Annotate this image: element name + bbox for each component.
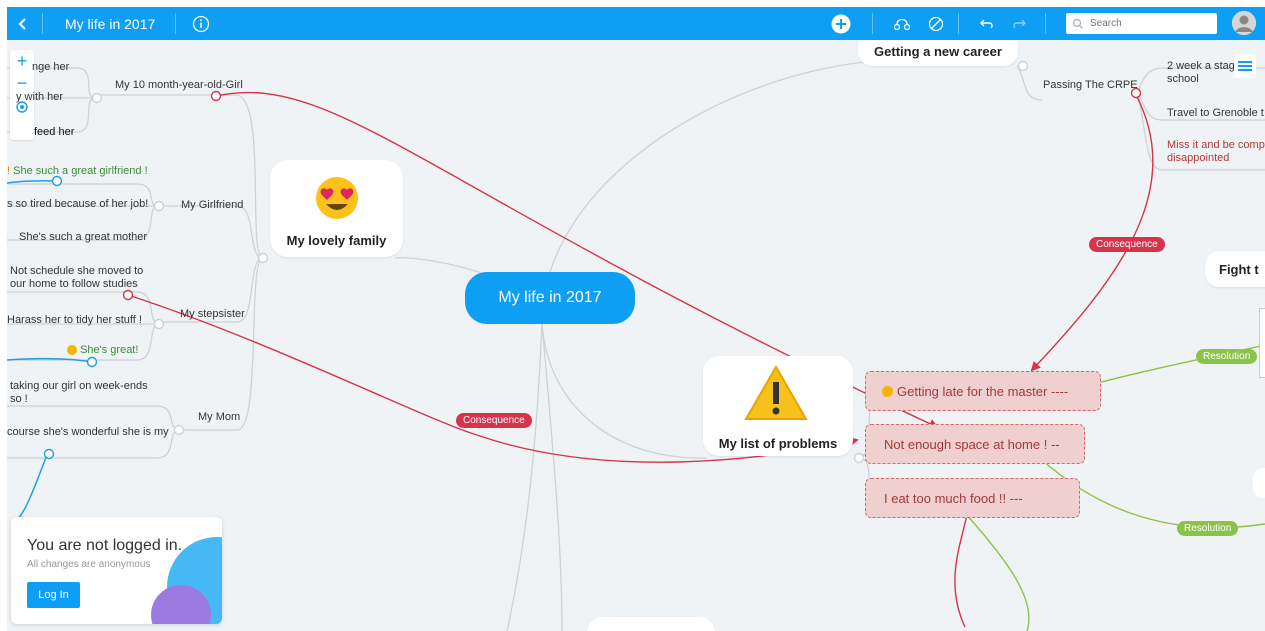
add-topic-button[interactable]	[829, 7, 853, 40]
plus-circle-icon	[831, 14, 851, 33]
problem-item-1[interactable]: Getting late for the master ----	[865, 371, 1101, 411]
undo-icon	[980, 19, 993, 28]
login-title: You are not logged in.	[27, 537, 183, 554]
zoom-in-button[interactable]: +	[10, 50, 34, 72]
child-category[interactable]: My 10 month-year-old-Girl	[115, 79, 243, 91]
emoji-icon: !	[7, 165, 11, 177]
login-subtitle: All changes are anonymous	[27, 559, 151, 570]
smiley-icon	[882, 385, 893, 397]
top-toolbar: My life in 2017	[7, 7, 1265, 40]
fight-topic-title: Fight t	[1219, 262, 1259, 277]
info-button[interactable]	[190, 7, 212, 40]
stepsister-category[interactable]: My stepsister	[180, 308, 245, 320]
problems-topic-title: My list of problems	[718, 436, 838, 451]
resolution-label-1[interactable]: Resolution	[1196, 349, 1258, 364]
fight-topic[interactable]: Fight t	[1205, 251, 1265, 287]
connect-button[interactable]	[890, 7, 914, 40]
stepsister-item-3[interactable]: She's great!	[67, 344, 138, 356]
stepsister-item-1[interactable]: Not schedule she moved to our home to fo…	[10, 265, 145, 291]
girlfriend-item-2[interactable]: s so tired because of her job!	[7, 198, 148, 210]
child-item-1[interactable]: nge her	[32, 61, 69, 73]
child-item-3[interactable]: feed her	[34, 126, 74, 138]
resolution-label-2[interactable]: Resolution	[1177, 521, 1239, 536]
back-button[interactable]	[11, 7, 35, 40]
avatar-button[interactable]	[1232, 11, 1256, 35]
family-topic[interactable]: My lovely family	[270, 160, 403, 257]
career-topic[interactable]: Getting a new career	[858, 40, 1018, 66]
search-icon	[1072, 18, 1083, 29]
info-icon	[192, 15, 210, 32]
cancel-icon	[928, 16, 944, 31]
login-button[interactable]: Log In	[27, 582, 80, 608]
child-item-2[interactable]: y with her	[16, 91, 63, 103]
consequence-label-1[interactable]: Consequence	[1089, 237, 1165, 252]
mind-map-canvas[interactable]: + − nge her y with her feed her My 10 mo…	[7, 40, 1265, 631]
smiley-icon	[67, 345, 77, 356]
mom-category[interactable]: My Mom	[198, 411, 240, 423]
undo-button[interactable]	[976, 7, 998, 40]
girlfriend-item-3[interactable]: She's such a great mother	[19, 231, 147, 243]
problems-topic[interactable]: My list of problems	[703, 356, 853, 456]
problem-item-2[interactable]: Not enough space at home ! --	[865, 424, 1085, 464]
redo-button[interactable]	[1008, 7, 1030, 40]
stepsister-item-2[interactable]: Harass her to tidy her stuff !	[7, 314, 142, 326]
map-title[interactable]: My life in 2017	[65, 7, 155, 40]
connect-icon	[893, 18, 911, 30]
mom-item-2[interactable]: course she's wonderful she is my	[7, 426, 169, 438]
search-box[interactable]	[1066, 13, 1217, 34]
girlfriend-item-1[interactable]: ! She such a great girlfriend !	[7, 165, 148, 177]
user-avatar-icon	[1232, 11, 1256, 35]
redo-icon	[1013, 19, 1026, 28]
mom-item-1[interactable]: taking our girl on week-ends so !	[10, 380, 160, 406]
problem-item-3[interactable]: I eat too much food !! ---	[865, 478, 1080, 518]
scroll-handle[interactable]	[1259, 308, 1265, 378]
family-topic-title: My lovely family	[286, 233, 387, 248]
heart-eyes-emoji-icon	[316, 177, 358, 219]
menu-button[interactable]	[1234, 54, 1256, 78]
partial-topic-right[interactable]	[1253, 468, 1265, 498]
central-topic[interactable]: My life in 2017	[465, 272, 635, 324]
girlfriend-category[interactable]: My Girlfriend	[181, 199, 243, 211]
login-panel: You are not logged in. All changes are a…	[11, 517, 222, 624]
chevron-left-icon	[18, 17, 26, 30]
crpe-item-3[interactable]: Miss it and be comp disappointed	[1167, 139, 1265, 165]
crpe-label[interactable]: Passing The CRPE	[1043, 79, 1138, 91]
cancel-button[interactable]	[924, 7, 948, 40]
hamburger-icon	[1238, 61, 1252, 71]
search-input[interactable]	[1088, 17, 1212, 30]
crpe-item-2[interactable]: Travel to Grenoble t	[1167, 107, 1264, 119]
career-topic-title: Getting a new career	[874, 44, 1002, 59]
consequence-label-2[interactable]: Consequence	[456, 413, 532, 428]
partial-topic[interactable]	[587, 617, 715, 631]
warning-icon	[744, 364, 808, 420]
